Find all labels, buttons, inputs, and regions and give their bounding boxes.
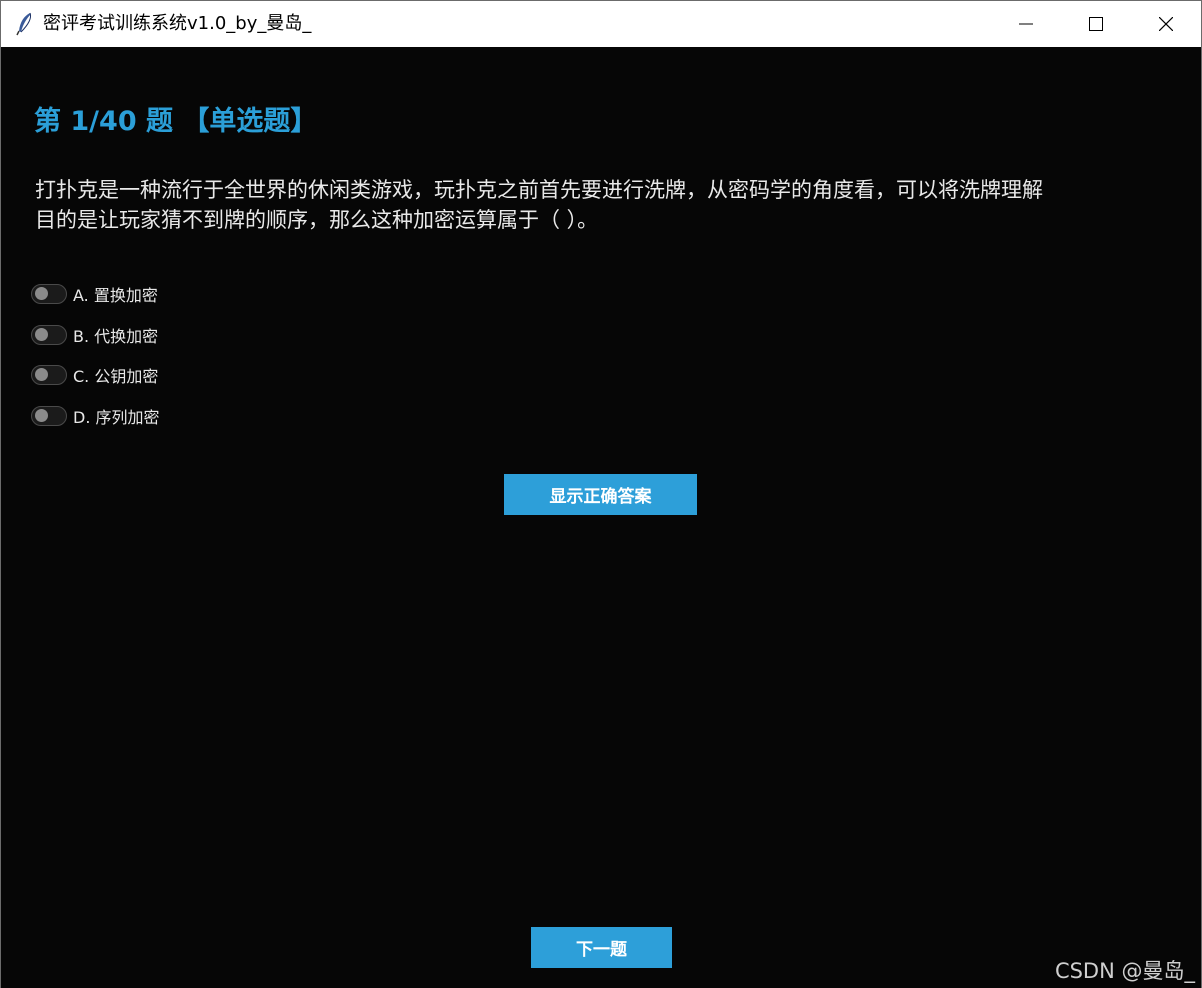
option-c[interactable]: C. 公钥加密 [31,363,158,387]
minimize-icon [1019,17,1033,31]
show-answer-button[interactable]: 显示正确答案 [504,474,697,515]
question-text-line-1: 打扑克是一种流行于全世界的休闲类游戏，玩扑克之前首先要进行洗牌，从密码学的角度看… [35,178,1043,202]
option-b-label: B. 代换加密 [73,327,159,346]
window-title: 密评考试训练系统v1.0_by_曼岛_ [43,13,312,34]
feather-icon [15,12,35,36]
close-button[interactable] [1131,1,1201,47]
option-a-toggle[interactable] [31,284,67,304]
question-header: 第 1/40 题 【单选题】 [34,106,318,137]
option-d-toggle[interactable] [31,406,67,426]
exam-content: 第 1/40 题 【单选题】 打扑克是一种流行于全世界的休闲类游戏，玩扑克之前首… [1,47,1201,988]
option-b-toggle[interactable] [31,325,67,345]
option-c-toggle[interactable] [31,365,67,385]
option-a[interactable]: A. 置换加密 [31,282,158,306]
title-bar: 密评考试训练系统v1.0_by_曼岛_ [1,1,1201,47]
minimize-button[interactable] [991,1,1061,47]
maximize-icon [1089,17,1103,31]
app-window: 密评考试训练系统v1.0_by_曼岛_ 第 1/40 题 【单选题】 打扑克是一… [0,0,1202,988]
option-c-label: C. 公钥加密 [73,367,159,386]
option-b[interactable]: B. 代换加密 [31,323,158,347]
option-a-label: A. 置换加密 [73,286,158,305]
question-text-line-2: 目的是让玩家猜不到牌的顺序，那么这种加密运算属于（ ）。 [35,208,599,232]
close-icon [1159,17,1173,31]
option-d-label: D. 序列加密 [73,408,160,427]
next-question-button[interactable]: 下一题 [531,927,672,968]
option-d[interactable]: D. 序列加密 [31,404,160,428]
maximize-button[interactable] [1061,1,1131,47]
question-text: 打扑克是一种流行于全世界的休闲类游戏，玩扑克之前首先要进行洗牌，从密码学的角度看… [35,175,1167,235]
watermark-text: CSDN @曼岛_ [1054,959,1195,983]
